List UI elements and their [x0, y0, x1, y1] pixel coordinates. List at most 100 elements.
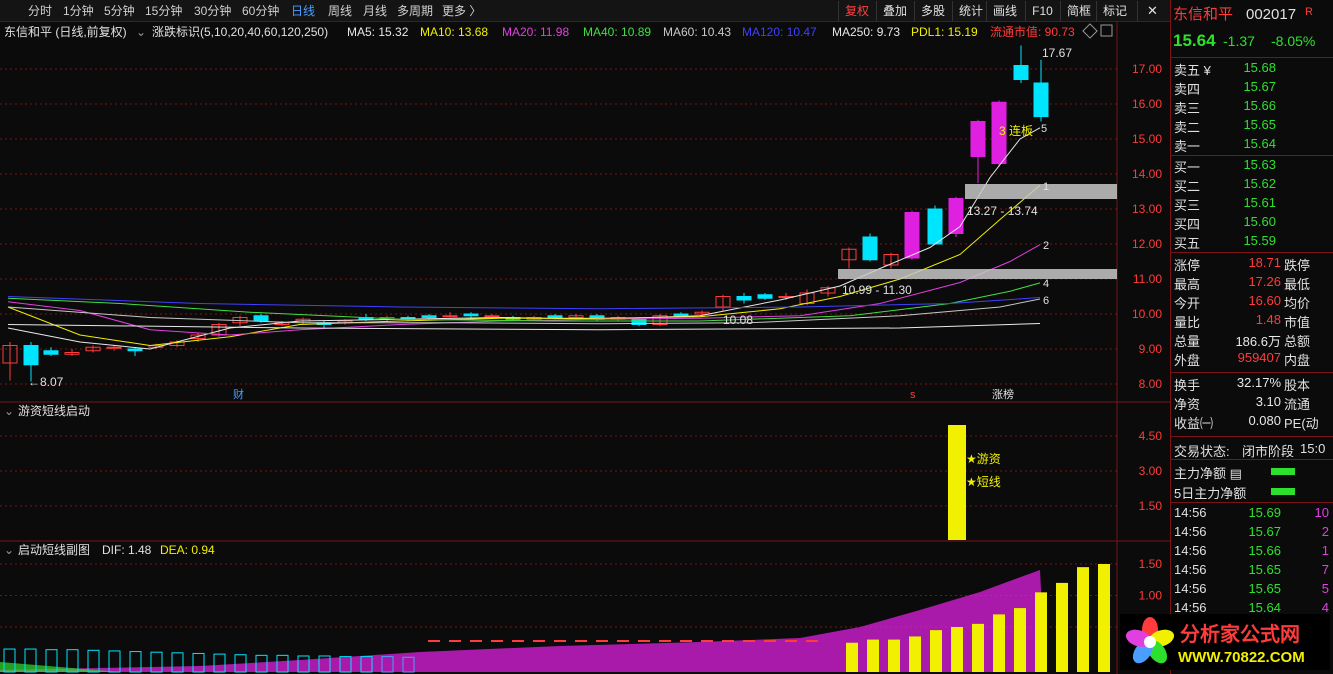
candle-body[interactable]	[463, 313, 479, 317]
candle-body[interactable]	[970, 121, 986, 157]
stat2-label-2: 流通	[1284, 397, 1311, 412]
sell-level-price[interactable]: 15.64	[1226, 136, 1276, 151]
stock-name: 东信和平	[1173, 6, 1234, 23]
period-tab-1[interactable]: 1分钟	[63, 3, 94, 19]
toolbar-button-3[interactable]: 统计	[952, 1, 989, 21]
sub2-chevron-icon[interactable]: ⌄	[4, 543, 14, 557]
candle-body[interactable]	[127, 348, 143, 352]
candle-body[interactable]	[862, 236, 878, 261]
sub1-tick-label: 4.50	[1139, 429, 1163, 443]
chevron-down-icon[interactable]: ⌄	[136, 25, 146, 39]
buy-level-price[interactable]: 15.61	[1226, 195, 1276, 210]
sub1-tick-label: 1.50	[1139, 499, 1163, 513]
period-tab-6[interactable]: 日线	[291, 3, 315, 19]
candle-body[interactable]	[1013, 65, 1029, 80]
signal-bar[interactable]	[948, 425, 966, 540]
macd-bar	[428, 640, 440, 642]
range-band-2	[838, 269, 1117, 279]
dea-area	[0, 662, 120, 672]
stat-value: 17.26	[1248, 274, 1281, 289]
marker-zhangbang[interactable]: 涨榜	[992, 387, 1014, 401]
candle-body[interactable]	[23, 345, 39, 366]
price-tick-label: 14.00	[1132, 167, 1162, 181]
marker-cai[interactable]: 财	[233, 387, 244, 401]
macd-bar-yellow	[1035, 592, 1047, 672]
sep	[1171, 502, 1333, 503]
quote-sidebar: 东信和平 002017 R 15.64 -1.37 -8.05% 卖五 ¥15.68 卖四 15…	[1170, 0, 1333, 674]
period-tab-10[interactable]: 更多 〉	[442, 3, 481, 19]
sell-level-label: 卖三	[1174, 101, 1201, 116]
toolbar-button-7[interactable]: 标记	[1096, 1, 1133, 21]
candle-body[interactable]	[43, 350, 59, 355]
sell-level-price[interactable]: 15.66	[1226, 98, 1276, 113]
macd-bar	[533, 640, 545, 642]
macd-bar-yellow	[1077, 567, 1089, 672]
ma5-line	[7, 127, 1041, 350]
sell-level-label: 卖二	[1174, 120, 1201, 135]
period-tab-5[interactable]: 60分钟	[242, 3, 279, 19]
sell-level-price[interactable]: 15.68	[1226, 60, 1276, 75]
sub1-chevron-icon[interactable]: ⌄	[4, 404, 14, 418]
candle-body[interactable]	[1033, 82, 1049, 118]
period-tab-9[interactable]: 多周期	[397, 3, 433, 19]
stat2-label: 收益㈠	[1174, 416, 1214, 431]
candle-body[interactable]	[757, 294, 773, 299]
candle-body[interactable]	[673, 313, 689, 317]
panel-close-icon[interactable]	[1100, 24, 1113, 37]
candle-body[interactable]	[927, 208, 943, 245]
macd-bar-yellow	[1056, 582, 1068, 672]
main-title: 东信和平 (日线,前复权)	[4, 24, 127, 39]
period-tab-7[interactable]: 周线	[328, 3, 352, 19]
sub1-title: 游资短线启动	[18, 404, 90, 418]
candle-body[interactable]	[253, 315, 269, 322]
tick-time: 14:56	[1174, 543, 1207, 558]
period-tab-4[interactable]: 30分钟	[194, 3, 231, 19]
macd-bar-yellow	[867, 639, 879, 672]
buy-level-price[interactable]: 15.63	[1226, 157, 1276, 172]
period-tab-8[interactable]: 月线	[363, 3, 387, 19]
buy-level-price[interactable]: 15.59	[1226, 233, 1276, 248]
stat-label: 外盘	[1174, 353, 1201, 368]
chart-area[interactable]: 东信和平 (日线,前复权) ⌄ 涨跌标识(5,10,20,40,60,120,250…	[0, 22, 1170, 674]
macd-bar-yellow	[930, 630, 942, 672]
buy-level-price[interactable]: 15.62	[1226, 176, 1276, 191]
candle-body[interactable]	[736, 296, 752, 301]
tick-price: 15.67	[1248, 524, 1281, 539]
candle-body[interactable]	[484, 315, 500, 318]
candle-body[interactable]	[421, 315, 437, 318]
period-tab-2[interactable]: 5分钟	[104, 3, 135, 19]
band-label-6: 6	[1043, 295, 1049, 307]
candle-body[interactable]	[904, 212, 920, 259]
sell-level-label: 卖一	[1174, 139, 1201, 154]
period-tab-3[interactable]: 15分钟	[145, 3, 182, 19]
stat-label: 量比	[1174, 315, 1201, 330]
sell-level-price[interactable]: 15.65	[1226, 117, 1276, 132]
period-tab-0[interactable]: 分时	[28, 3, 52, 19]
toolbar-button-4[interactable]: 画线	[986, 1, 1023, 21]
toolbar-button-2[interactable]: 多股	[914, 1, 951, 21]
toolbar-button-0[interactable]: 复权	[838, 1, 875, 21]
sell-level-label: 卖四	[1174, 82, 1201, 97]
toolbar-button-6[interactable]: 简框	[1060, 1, 1097, 21]
candle-body[interactable]	[948, 198, 964, 234]
close-icon[interactable]: ✕	[1137, 1, 1167, 21]
tick-price: 15.66	[1248, 543, 1281, 558]
diamond-icon[interactable]	[1082, 23, 1098, 39]
stat-label-2: 市值	[1284, 315, 1311, 330]
toolbar-button-5[interactable]: F10	[1025, 1, 1059, 21]
candle-body[interactable]	[547, 315, 563, 318]
candle-body[interactable]	[106, 346, 122, 349]
macd-bar-yellow	[1098, 564, 1110, 672]
range-label-1: 13.27 - 13.74	[967, 204, 1038, 218]
macd-bar-yellow	[846, 642, 858, 672]
toolbar-button-1[interactable]: 叠加	[876, 1, 913, 21]
marker-s[interactable]: s	[910, 389, 916, 401]
sell-level-price[interactable]: 15.67	[1226, 79, 1276, 94]
macd-bar	[743, 640, 755, 642]
ma-readout-1: MA10: 13.68	[420, 25, 488, 39]
candle-body[interactable]	[442, 315, 458, 318]
macd-bar-yellow	[888, 639, 900, 672]
stat-value: 16.60	[1248, 293, 1281, 308]
dif-readout: DIF: 1.48	[102, 543, 152, 557]
buy-level-price[interactable]: 15.60	[1226, 214, 1276, 229]
